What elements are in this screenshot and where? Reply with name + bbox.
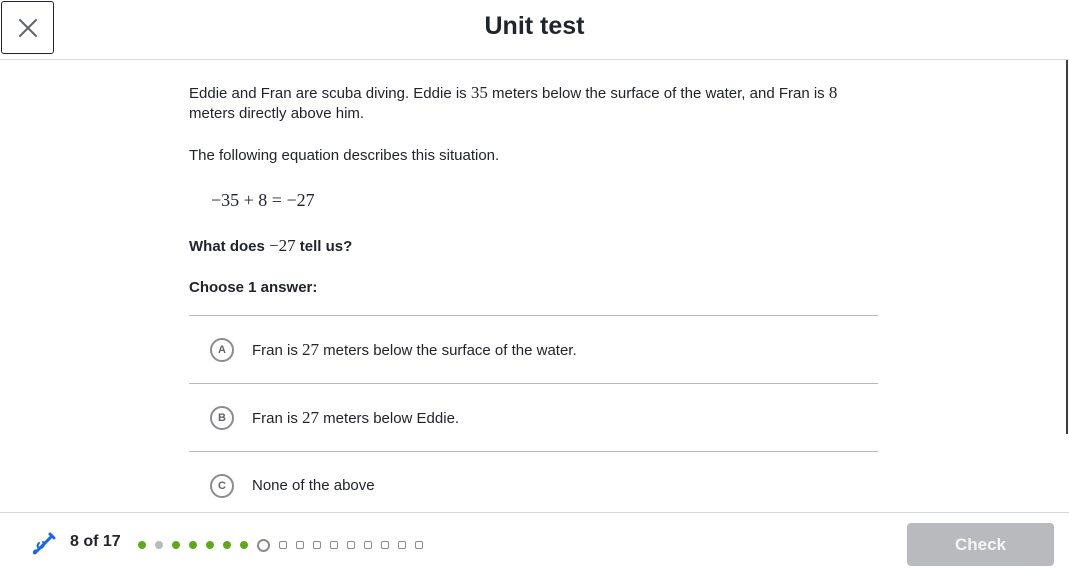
progress-dot-3 — [172, 541, 180, 549]
equation-intro: The following equation describes this si… — [189, 147, 500, 164]
choice-b[interactable]: B Fran is 27 meters below Eddie. — [189, 383, 878, 451]
page-title: Unit test — [484, 12, 585, 40]
progress-dot-4 — [189, 541, 197, 549]
progress-dot-5 — [206, 541, 214, 549]
choice-text-b: Fran is 27 meters below Eddie. — [252, 408, 460, 427]
number-neg27: −27 — [269, 236, 296, 255]
header: Unit test — [0, 0, 1069, 60]
progress-dot-10 — [296, 541, 304, 549]
progress-dot-6 — [223, 541, 231, 549]
choose-label: Choose 1 answer: — [189, 279, 318, 296]
number-35: 35 — [470, 83, 488, 102]
question-prompt: What does −27 tell us? — [189, 236, 353, 255]
choice-letter-b: B — [210, 406, 234, 430]
progress-dot-13 — [347, 541, 355, 549]
progress-count: 8 of 17 — [70, 533, 121, 550]
pencil-icon — [32, 532, 56, 555]
progress-dot-14 — [364, 541, 372, 549]
choice-letter-a: A — [210, 338, 234, 362]
progress-dots — [138, 537, 432, 553]
progress-dot-16 — [398, 541, 406, 549]
number-8: 8 — [828, 83, 838, 102]
scrollbar[interactable] — [1066, 60, 1068, 434]
progress-dot-11 — [313, 541, 321, 549]
choice-text-a: Fran is 27 meters below the surface of t… — [252, 340, 577, 359]
choice-text-c: None of the above — [252, 477, 375, 494]
choice-a[interactable]: A Fran is 27 meters below the surface of… — [189, 315, 878, 383]
answer-choices: A Fran is 27 meters below the surface of… — [189, 315, 878, 519]
progress-dot-17 — [415, 541, 423, 549]
problem-statement: Eddie and Fran are scuba diving. Eddie i… — [189, 83, 838, 122]
progress-dot-2 — [155, 541, 163, 549]
progress-dot-12 — [330, 541, 338, 549]
footer: 8 of 17 Check — [0, 512, 1069, 569]
choice-c[interactable]: C None of the above — [189, 451, 878, 519]
progress-dot-8 — [257, 538, 270, 552]
progress-dot-1 — [138, 541, 146, 549]
choice-letter-c: C — [210, 474, 234, 498]
check-button[interactable]: Check — [907, 523, 1054, 566]
equation: −35 + 8 = −27 — [211, 190, 315, 210]
progress-dot-9 — [279, 541, 287, 549]
progress-dot-7 — [240, 541, 248, 549]
progress-dot-15 — [381, 541, 389, 549]
